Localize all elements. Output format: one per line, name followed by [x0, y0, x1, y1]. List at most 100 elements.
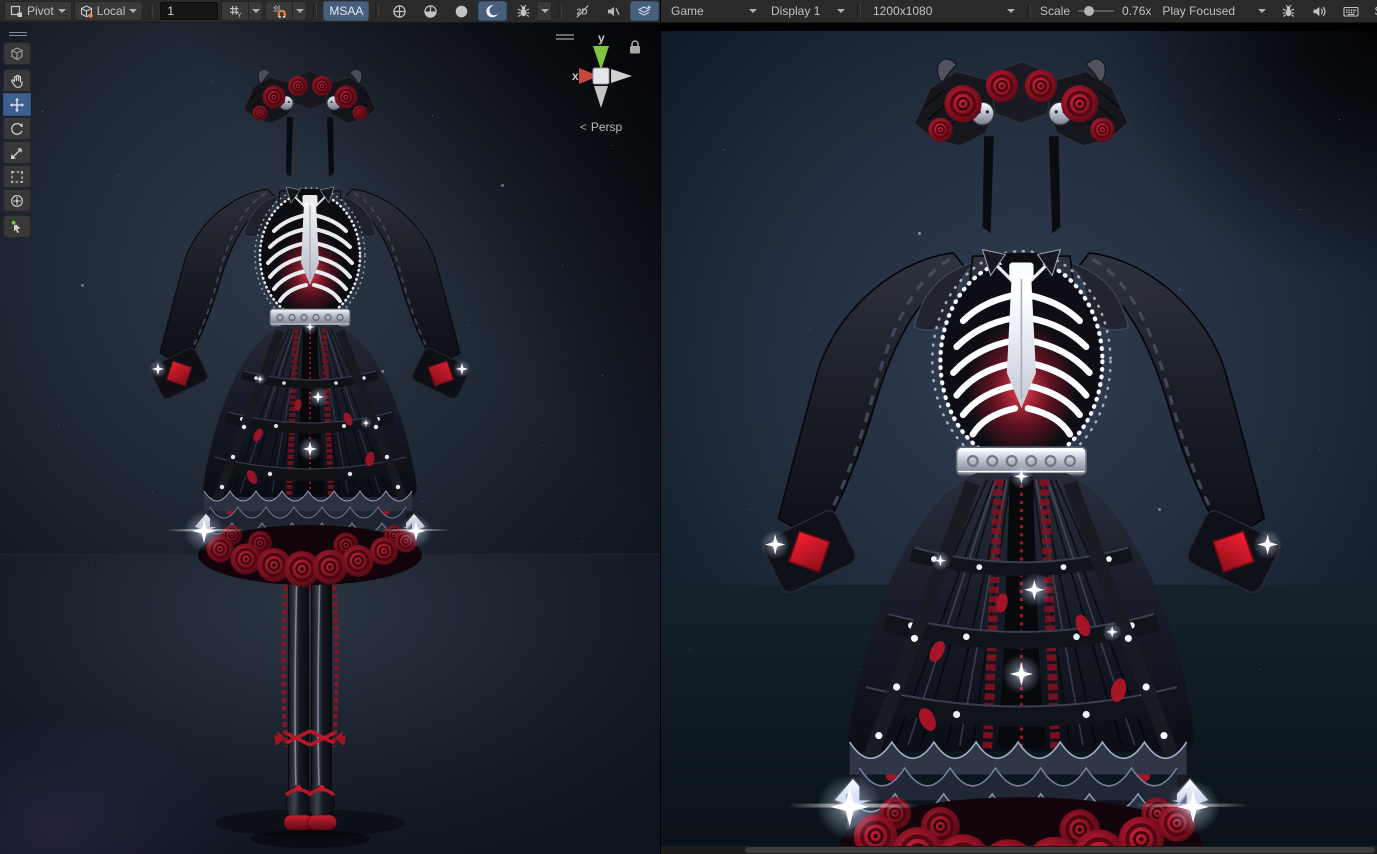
stats-toggle-button[interactable]: Stats — [1368, 1, 1377, 21]
gizmo-x-label: x — [572, 69, 579, 83]
tools-overlay — [3, 28, 33, 242]
toolbar-separator — [1027, 4, 1031, 18]
view-mode-dropdown[interactable]: Game — [665, 1, 763, 21]
chevron-down-icon — [541, 9, 549, 13]
transform-tool-icon — [9, 193, 25, 209]
local-cube-icon — [80, 5, 93, 18]
toolbar-separator — [375, 4, 379, 18]
hand-tool-icon — [9, 73, 25, 89]
move-tool-button[interactable] — [3, 93, 31, 116]
shading-filled-sphere-button[interactable] — [447, 1, 476, 21]
speaker-icon — [1312, 4, 1327, 19]
game-view-pane: Game Display 1 1200x1080 Scale 0.76x Pla… — [660, 0, 1377, 854]
resolution-dropdown[interactable]: 1200x1080 — [867, 1, 1021, 21]
projection-toggle[interactable]: <Persp — [548, 120, 654, 134]
orientation-label: Local — [97, 4, 126, 18]
2d-mode-toggle-button[interactable]: 2D — [568, 1, 597, 21]
horizontal-scrollbar-handle[interactable] — [745, 847, 1375, 853]
grid-options-dropdown[interactable] — [249, 1, 263, 21]
game-viewport[interactable] — [661, 31, 1377, 846]
scale-slider-handle[interactable] — [1084, 6, 1094, 16]
night-lighting-toggle-button[interactable] — [478, 1, 507, 21]
custom-tool-cursor-icon — [9, 219, 25, 235]
play-mode-dropdown[interactable]: Play Focused — [1156, 1, 1272, 21]
unity-editor-window: Pivot Local Y — [0, 0, 1377, 854]
toolbar-separator — [313, 4, 317, 18]
scene-view-pane: Pivot Local Y — [0, 0, 660, 854]
scale-slider-track[interactable] — [1078, 10, 1114, 12]
shading-half-sphere-button[interactable] — [416, 1, 445, 21]
rect-tool-icon — [9, 169, 25, 185]
pivot-icon — [10, 5, 23, 18]
chevron-down-icon — [296, 9, 304, 13]
bug-icon — [1281, 4, 1296, 19]
snap-options-dropdown[interactable] — [293, 1, 307, 21]
chevron-down-icon — [58, 9, 66, 13]
gizmo-negative-x-cone[interactable] — [611, 69, 632, 83]
layers-sparkle-icon — [637, 4, 652, 19]
msaa-toggle-button[interactable]: MSAA — [323, 1, 369, 21]
circle-cross-icon — [392, 4, 407, 19]
chevron-down-icon — [1258, 9, 1266, 13]
scene-audio-muted-button[interactable] — [599, 1, 628, 21]
chevron-down-icon — [129, 9, 137, 13]
cube-tool-button[interactable] — [3, 42, 31, 65]
toolbar-separator — [558, 4, 562, 18]
scene-view-toolbar: Pivot Local Y — [0, 0, 660, 23]
svg-text:Y: Y — [237, 12, 242, 18]
toolbar-separator — [857, 4, 861, 18]
lock-icon[interactable] — [630, 41, 640, 54]
rect-tool-button[interactable] — [3, 165, 31, 188]
handle-orientation-dropdown[interactable]: Local — [74, 1, 144, 21]
horizontal-scrollbar — [661, 846, 1377, 854]
move-tool-icon — [9, 97, 25, 113]
overlay-drag-handle-icon[interactable] — [3, 28, 33, 40]
circle-half-icon — [423, 4, 438, 19]
rotate-tool-icon — [9, 121, 25, 137]
overlay-drag-handle-icon[interactable] — [556, 35, 574, 39]
rotate-tool-button[interactable] — [3, 117, 31, 140]
game-audio-toggle-button[interactable] — [1305, 1, 1334, 21]
scale-tool-icon — [9, 145, 25, 161]
scale-slider[interactable] — [1078, 10, 1114, 12]
circle-filled-icon — [454, 4, 469, 19]
effects-layers-button[interactable] — [630, 1, 659, 21]
persp-arrow-icon: < — [580, 120, 587, 134]
chevron-down-icon — [1007, 9, 1015, 13]
snap-magnet-icon — [272, 4, 286, 18]
chevron-down-icon — [252, 9, 260, 13]
chevron-down-icon — [749, 9, 757, 13]
view-mode-label: Game — [671, 4, 704, 18]
toolbar-separator — [149, 4, 153, 18]
grid-size-input[interactable] — [160, 2, 218, 20]
crescent-moon-icon — [485, 4, 500, 19]
display-dropdown[interactable]: Display 1 — [765, 1, 851, 21]
play-mode-label: Play Focused — [1162, 4, 1235, 18]
character-render-scene — [0, 23, 660, 854]
pivot-label: Pivot — [27, 4, 54, 18]
debug-bug-button[interactable] — [509, 1, 538, 21]
scene-viewport[interactable]: y x <Persp — [0, 23, 660, 854]
game-view-toolbar: Game Display 1 1200x1080 Scale 0.76x Pla… — [661, 0, 1377, 23]
shading-wire-sphere-button[interactable] — [385, 1, 414, 21]
character-render-game — [661, 31, 1377, 846]
scale-tool-button[interactable] — [3, 141, 31, 164]
scale-label: Scale — [1036, 4, 1074, 18]
custom-editor-tool-button[interactable] — [3, 215, 31, 238]
orientation-gizmo-overlay: y x <Persp — [548, 28, 654, 140]
grid-visibility-button[interactable]: Y — [221, 1, 249, 21]
view-hand-tool-button[interactable] — [3, 69, 31, 92]
device-input-button[interactable] — [1336, 1, 1366, 21]
snap-toggle-button[interactable] — [265, 1, 293, 21]
transform-tool-button[interactable] — [3, 189, 31, 212]
pivot-mode-dropdown[interactable]: Pivot — [4, 1, 72, 21]
keyboard-icon — [1343, 4, 1359, 19]
orientation-gizmo[interactable]: y x — [548, 28, 654, 120]
gizmo-negative-y-cone[interactable] — [594, 86, 608, 108]
gizmo-center-cube[interactable] — [593, 68, 609, 84]
resolution-label: 1200x1080 — [873, 4, 932, 18]
debug-options-dropdown[interactable] — [538, 1, 552, 21]
gizmo-y-axis-cone[interactable] — [593, 46, 609, 70]
frame-debugger-button[interactable] — [1274, 1, 1303, 21]
display-label: Display 1 — [771, 4, 820, 18]
